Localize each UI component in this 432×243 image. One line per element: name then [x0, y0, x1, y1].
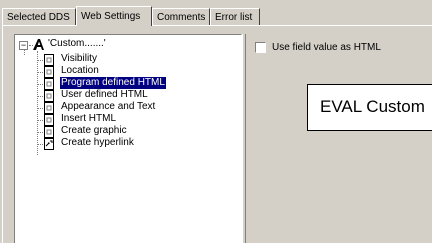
document-icon	[44, 102, 54, 114]
tab-selected-dds[interactable]: Selected DDS	[2, 8, 76, 25]
document-icon	[44, 78, 54, 90]
tree-item-label: Visibility	[61, 53, 97, 64]
document-icon	[44, 126, 54, 138]
tab-strip: Selected DDS Web Settings Comments Error…	[2, 6, 432, 26]
tab-label: Selected DDS	[7, 12, 70, 23]
tab-label: Error list	[215, 12, 253, 23]
script-a-icon	[33, 39, 44, 50]
tree-item-label: Create graphic	[61, 125, 127, 136]
tree-root-label[interactable]: 'Custom.......'	[48, 38, 106, 49]
tree-view[interactable]: − 'Custom.......' Visibility Location Pr…	[14, 34, 242, 243]
use-field-value-label: Use field value as HTML	[272, 42, 381, 53]
use-field-value-checkbox[interactable]	[255, 42, 266, 53]
html-preview-box: EVAL Custom	[307, 84, 432, 131]
document-icon	[44, 54, 54, 66]
tab-error-list[interactable]: Error list	[210, 8, 260, 25]
preview-text: EVAL Custom	[320, 97, 425, 116]
tree-item-label: Appearance and Text	[61, 101, 156, 112]
hyperlink-document-icon	[44, 138, 54, 150]
tree-item-label: Location	[61, 65, 99, 76]
document-icon	[44, 90, 54, 102]
document-icon	[44, 66, 54, 78]
tree-item-label: User defined HTML	[61, 89, 148, 100]
tab-web-settings[interactable]: Web Settings	[76, 6, 152, 26]
tree-connector	[37, 51, 38, 155]
tab-comments[interactable]: Comments	[152, 8, 210, 25]
document-icon	[44, 114, 54, 126]
tree-item-label: Program defined HTML	[60, 77, 166, 89]
splitter[interactable]	[242, 34, 246, 243]
collapse-icon[interactable]: −	[19, 41, 28, 50]
tree-item-label: Insert HTML	[61, 113, 117, 124]
tab-label: Comments	[157, 12, 206, 23]
tab-label: Web Settings	[81, 11, 141, 22]
tree-item-label: Create hyperlink	[61, 137, 134, 148]
